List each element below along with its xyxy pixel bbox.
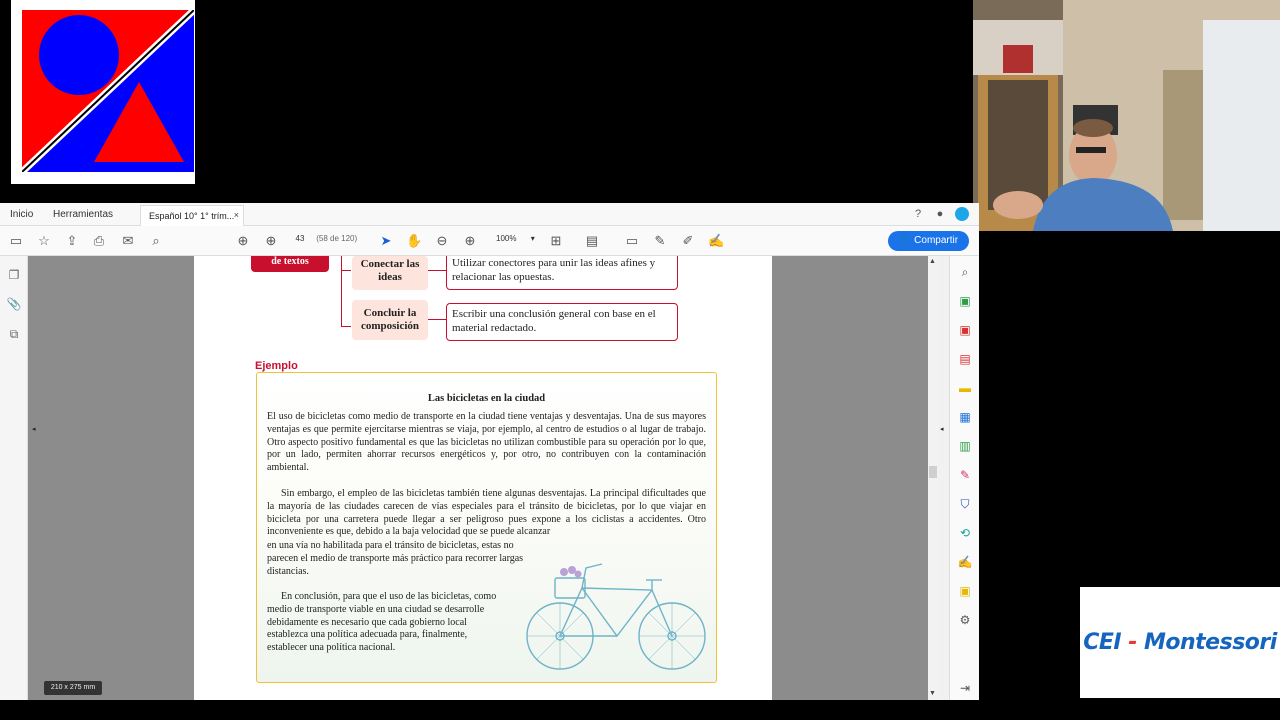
scroll-down-icon[interactable]: ▼ (929, 690, 936, 697)
star-icon[interactable]: ☆ (36, 233, 52, 249)
page-size-chip: 210 x 275 mm (44, 681, 102, 695)
protect-icon[interactable]: ⛉ (957, 496, 973, 512)
comment-icon[interactable]: ▭ (624, 233, 640, 249)
translate-icon[interactable]: ▦ (957, 409, 973, 425)
scroll-thumb[interactable] (929, 466, 937, 478)
more-tools-icon[interactable]: ⚙ (957, 612, 973, 628)
red-label: de textos (251, 256, 329, 272)
montessori-sep: - (1121, 630, 1144, 655)
email-icon[interactable]: ✉ (120, 233, 136, 249)
highlight-icon[interactable]: ✐ (680, 233, 696, 249)
zoom-out-icon[interactable]: ⊖ (434, 233, 450, 249)
paragraph-2b: en una vía no habilitada para el tránsit… (267, 540, 524, 577)
menu-bar: Inicio Herramientas Español 10° 1° trím.… (0, 203, 979, 226)
desc-concluir: Escribir una conclusión general con base… (446, 303, 678, 341)
montessori-cei: CEI (1083, 630, 1122, 655)
share-label: Compartir (914, 235, 959, 246)
webcam-feed (973, 0, 1280, 231)
stamp-icon[interactable]: ▣ (957, 583, 973, 599)
print-icon[interactable]: ⎙ (91, 233, 107, 249)
share-button[interactable]: 👤 Compartir (888, 231, 969, 251)
export-pdf-icon[interactable]: ▣ (957, 322, 973, 338)
menu-herramientas[interactable]: Herramientas (53, 209, 113, 220)
help-icon[interactable]: ? (911, 207, 925, 221)
montessori-name: Montessori (1144, 630, 1277, 655)
scan-icon[interactable]: ⟲ (957, 525, 973, 541)
close-tab-icon[interactable]: × (234, 210, 239, 220)
select-cursor-icon[interactable]: ➤ (378, 233, 394, 249)
hand-icon[interactable]: ✋ (406, 233, 422, 249)
main-toolbar: ▭ ☆ ⇪ ⎙ ✉ ⌕ ⊕ ⊕ 43 (58 de 120) ➤ ✋ ⊖ ⊕ 1… (0, 226, 979, 256)
connector-h4 (428, 319, 446, 320)
desc-conectar: Utilizar conectores para unir las ideas … (446, 256, 678, 290)
search-icon[interactable]: ⌕ (148, 233, 164, 249)
sign-icon[interactable]: ✍ (957, 554, 973, 570)
page-current[interactable]: 43 (290, 234, 310, 243)
bicycle-illustration (526, 563, 706, 670)
next-page-icon[interactable]: ⊕ (263, 233, 279, 249)
example-title: Las bicicletas en la ciudad (427, 393, 546, 404)
expand-panel-icon[interactable]: ⇥ (957, 680, 973, 696)
pdf-page: de textos Conectar las ideas Utilizar co… (194, 256, 772, 700)
zoom-select[interactable]: 100% ▾ (496, 234, 535, 243)
bell-icon[interactable]: ● (933, 207, 947, 221)
create-pdf-icon[interactable]: ▣ (957, 293, 973, 309)
document-tab[interactable]: Español 10° 1° trím... × (140, 205, 244, 226)
upload-icon[interactable]: ⇪ (64, 233, 80, 249)
fit-page-icon[interactable]: ⊞ (548, 233, 564, 249)
document-tab-title: Español 10° 1° trím... (149, 211, 235, 221)
edit-pdf-icon[interactable]: ✎ (957, 467, 973, 483)
example-box: Las bicicletas en la ciudad El uso de bi… (256, 372, 717, 683)
pdf-reader-window: Inicio Herramientas Español 10° 1° trím.… (0, 203, 979, 700)
vertical-scrollbar[interactable]: ▲ ▼ (928, 256, 938, 700)
step-conectar: Conectar las ideas (352, 256, 428, 290)
left-rail: ❐ 📎 ⧉ (0, 256, 28, 700)
layers-icon[interactable]: ⧉ (6, 327, 22, 343)
comment-tool-icon[interactable]: ▬ (957, 380, 973, 396)
share-person-icon: 👤 (898, 235, 912, 246)
connector-h2 (341, 326, 351, 327)
chevron-down-icon: ▾ (530, 234, 535, 243)
zoom-in-icon[interactable]: ⊕ (462, 233, 478, 249)
menu-inicio[interactable]: Inicio (10, 209, 33, 220)
screen: CEI - Montessori Inicio Herramientas Esp… (0, 0, 1280, 720)
page-indicator[interactable]: 43 (58 de 120) (290, 234, 358, 243)
connector-h3 (428, 270, 446, 271)
shapes-logo-graphic (22, 10, 194, 172)
prev-page-icon[interactable]: ⊕ (235, 233, 251, 249)
page-of: (58 de 120) (316, 234, 358, 243)
connector-h1 (341, 270, 351, 271)
shapes-logo (11, 0, 195, 184)
step-concluir: Concluir la composición (352, 300, 428, 340)
paragraph-1: El uso de bicicletas como medio de trans… (267, 411, 706, 474)
zoom-search-icon[interactable]: ⌕ (957, 264, 973, 280)
attachment-icon[interactable]: 📎 (6, 297, 22, 313)
connector-vertical (341, 256, 342, 326)
fill-sign-icon[interactable]: ✍ (708, 233, 724, 249)
collapse-left-icon[interactable]: ◂ (32, 425, 36, 433)
avatar[interactable] (955, 207, 969, 221)
collapse-right-icon[interactable]: ◂ (940, 425, 944, 433)
ejemplo-heading: Ejemplo (255, 360, 298, 372)
save-icon[interactable]: ▭ (8, 233, 24, 249)
right-tools-rail: ⌕ ▣ ▣ ▤ ▬ ▦ ▥ ✎ ⛉ ⟲ ✍ ▣ ⚙ ⇥ (949, 256, 979, 700)
pen-icon[interactable]: ✎ (652, 233, 668, 249)
pages-icon[interactable]: ❐ (6, 268, 22, 284)
scroll-mode-icon[interactable]: ▤ (584, 233, 600, 249)
scroll-up-icon[interactable]: ▲ (929, 258, 936, 265)
compress-icon[interactable]: ▥ (957, 438, 973, 454)
montessori-logo: CEI - Montessori (1080, 587, 1280, 698)
organize-pages-icon[interactable]: ▤ (957, 351, 973, 367)
paragraph-2a: Sin embargo, el empleo de las bicicletas… (267, 488, 706, 538)
paragraph-3: En conclusión, para que el uso de las bi… (267, 591, 497, 654)
zoom-value: 100% (496, 234, 517, 243)
